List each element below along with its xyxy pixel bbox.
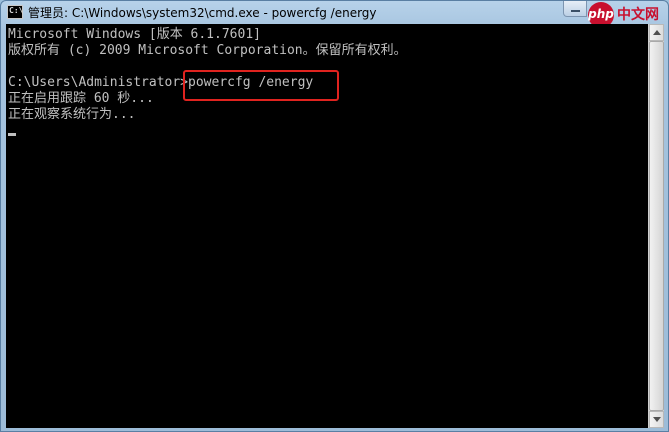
minimize-button[interactable] [563, 1, 587, 17]
minimize-icon [571, 10, 580, 12]
arrow-up-icon [653, 30, 661, 35]
command-highlight-box [183, 70, 339, 101]
title-bar[interactable]: C:\ 管理员: C:\Windows\system32\cmd.exe - p… [1, 1, 668, 28]
watermark-text: 中文网 [617, 7, 659, 23]
cmd-icon-label: C:\ [9, 6, 24, 15]
window-title: 管理员: C:\Windows\system32\cmd.exe - power… [28, 6, 377, 20]
scroll-up-button[interactable] [649, 24, 664, 41]
cmd-window: C:\ 管理员: C:\Windows\system32\cmd.exe - p… [0, 0, 669, 432]
vertical-scrollbar[interactable] [648, 24, 664, 428]
scroll-thumb[interactable] [649, 41, 664, 411]
console-line: Microsoft Windows [版本 6.1.7601] [8, 27, 261, 42]
arrow-down-icon [653, 417, 661, 422]
console-line: 正在启用跟踪 60 秒... [8, 91, 154, 106]
console-line: 正在观察系统行为... [8, 107, 136, 122]
cmd-icon[interactable]: C:\ [7, 5, 23, 19]
text-cursor [8, 133, 16, 136]
scroll-down-button[interactable] [649, 411, 664, 428]
console-line: 版权所有 (c) 2009 Microsoft Corporation。保留所有… [8, 43, 407, 58]
